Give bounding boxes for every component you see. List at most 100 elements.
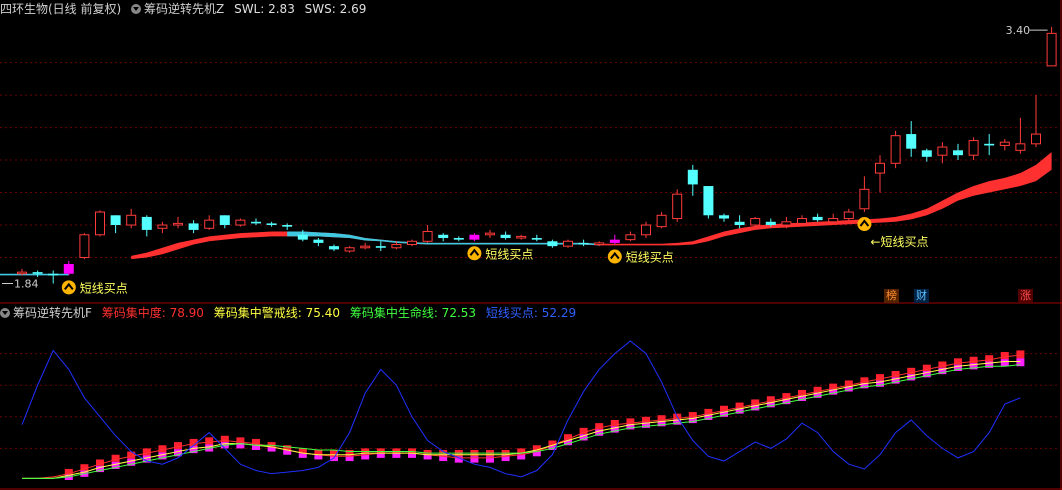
candle <box>890 130 901 169</box>
candle-body <box>391 244 402 249</box>
candle <box>48 270 59 284</box>
candle-body <box>859 188 870 210</box>
candle-body <box>594 242 605 246</box>
candle <box>32 270 43 278</box>
candle <box>282 223 293 230</box>
candle-body <box>438 234 449 239</box>
buy-signal-label: 短线买点 <box>80 281 128 295</box>
concentration-bar-upper <box>205 437 214 445</box>
candle-body <box>953 150 963 156</box>
candle-body <box>578 242 589 245</box>
candle-body <box>828 218 839 223</box>
candle <box>953 143 963 161</box>
candle <box>469 233 480 242</box>
candle <box>344 246 355 253</box>
candle <box>500 231 511 240</box>
candle-body <box>641 224 651 236</box>
concentration-bar-upper <box>127 451 136 459</box>
candle-body <box>204 219 215 229</box>
candle-body <box>765 221 776 226</box>
candle <box>609 234 620 245</box>
concentration-bar-upper <box>174 442 182 450</box>
candle-body <box>656 214 667 228</box>
candle-body <box>360 245 371 249</box>
candle <box>906 121 917 157</box>
candle-body <box>781 221 792 226</box>
buy-signal-label: 短线买点 <box>485 247 533 261</box>
candle-body <box>344 247 355 252</box>
candle <box>672 189 683 222</box>
candle <box>375 241 386 252</box>
indicator-line <box>22 364 1021 479</box>
concentration-bar-upper <box>1016 350 1025 359</box>
candle <box>360 242 371 250</box>
candle-body <box>1046 32 1057 67</box>
candle-body <box>48 273 59 276</box>
candle <box>719 213 729 222</box>
candle <box>407 239 417 247</box>
candle <box>843 208 854 221</box>
buy-signal-label: 短线买点 <box>626 251 674 265</box>
concentration-bar-lower <box>470 456 479 463</box>
candle-body <box>750 218 761 226</box>
candle <box>999 138 1010 151</box>
candle-body <box>17 271 27 275</box>
candle <box>1046 26 1057 67</box>
candle <box>110 215 121 234</box>
concentration-bar-lower <box>392 453 401 458</box>
candle <box>547 239 558 248</box>
candle-body <box>188 223 199 230</box>
candle-body <box>672 193 683 220</box>
chip-band-start <box>0 273 69 276</box>
candle <box>95 210 105 237</box>
candle <box>578 239 589 247</box>
candle <box>1015 117 1026 154</box>
candle <box>251 218 261 226</box>
candle-body <box>906 134 917 149</box>
candle <box>1031 95 1041 148</box>
candle <box>625 231 636 242</box>
finance-badge[interactable]: 财 <box>914 289 929 303</box>
candle <box>235 218 246 227</box>
candle <box>173 216 183 229</box>
candle-body <box>126 214 137 226</box>
candle <box>438 233 449 242</box>
buy-signal: 短线买点 <box>607 249 674 265</box>
candle-body <box>422 231 433 242</box>
candle <box>656 212 667 229</box>
limit-up-badge[interactable]: 涨 <box>1018 289 1033 303</box>
buy-signal-icon <box>607 249 622 264</box>
candle-body <box>173 222 183 226</box>
candle-body <box>235 219 246 226</box>
candle-body <box>812 216 823 221</box>
concentration-bar-upper <box>142 448 151 456</box>
buy-signal-icon <box>467 246 482 261</box>
low-price-label: 1.84 <box>14 278 39 291</box>
buy-signal-label: ←短线买点 <box>870 235 928 249</box>
candle <box>453 236 464 242</box>
rank-badge[interactable]: 榜 <box>884 289 899 303</box>
concentration-bar-upper <box>392 448 401 454</box>
candle-body <box>797 218 807 224</box>
buy-signal: 短线买点 <box>467 246 533 261</box>
candle <box>797 215 807 226</box>
stock-chart[interactable]: 3.401.84 短线买点短线买点 短线买点←短线买点 <box>0 0 1062 490</box>
candle <box>750 216 761 227</box>
candle <box>485 229 495 239</box>
candle <box>968 137 979 161</box>
candle-body <box>110 215 121 226</box>
concentration-bar-upper <box>376 448 385 454</box>
candle-body <box>282 225 293 227</box>
candle <box>812 213 823 222</box>
candle <box>219 215 230 229</box>
candle-body <box>453 238 464 240</box>
candle <box>734 215 745 229</box>
candle-body <box>79 234 90 259</box>
candle-body <box>937 146 948 156</box>
candle-body <box>313 239 324 243</box>
candle <box>204 215 215 230</box>
candle-body <box>485 232 495 236</box>
candle-body <box>1015 143 1026 151</box>
candle <box>516 234 527 240</box>
buy-signal: 短线买点 <box>61 280 128 295</box>
